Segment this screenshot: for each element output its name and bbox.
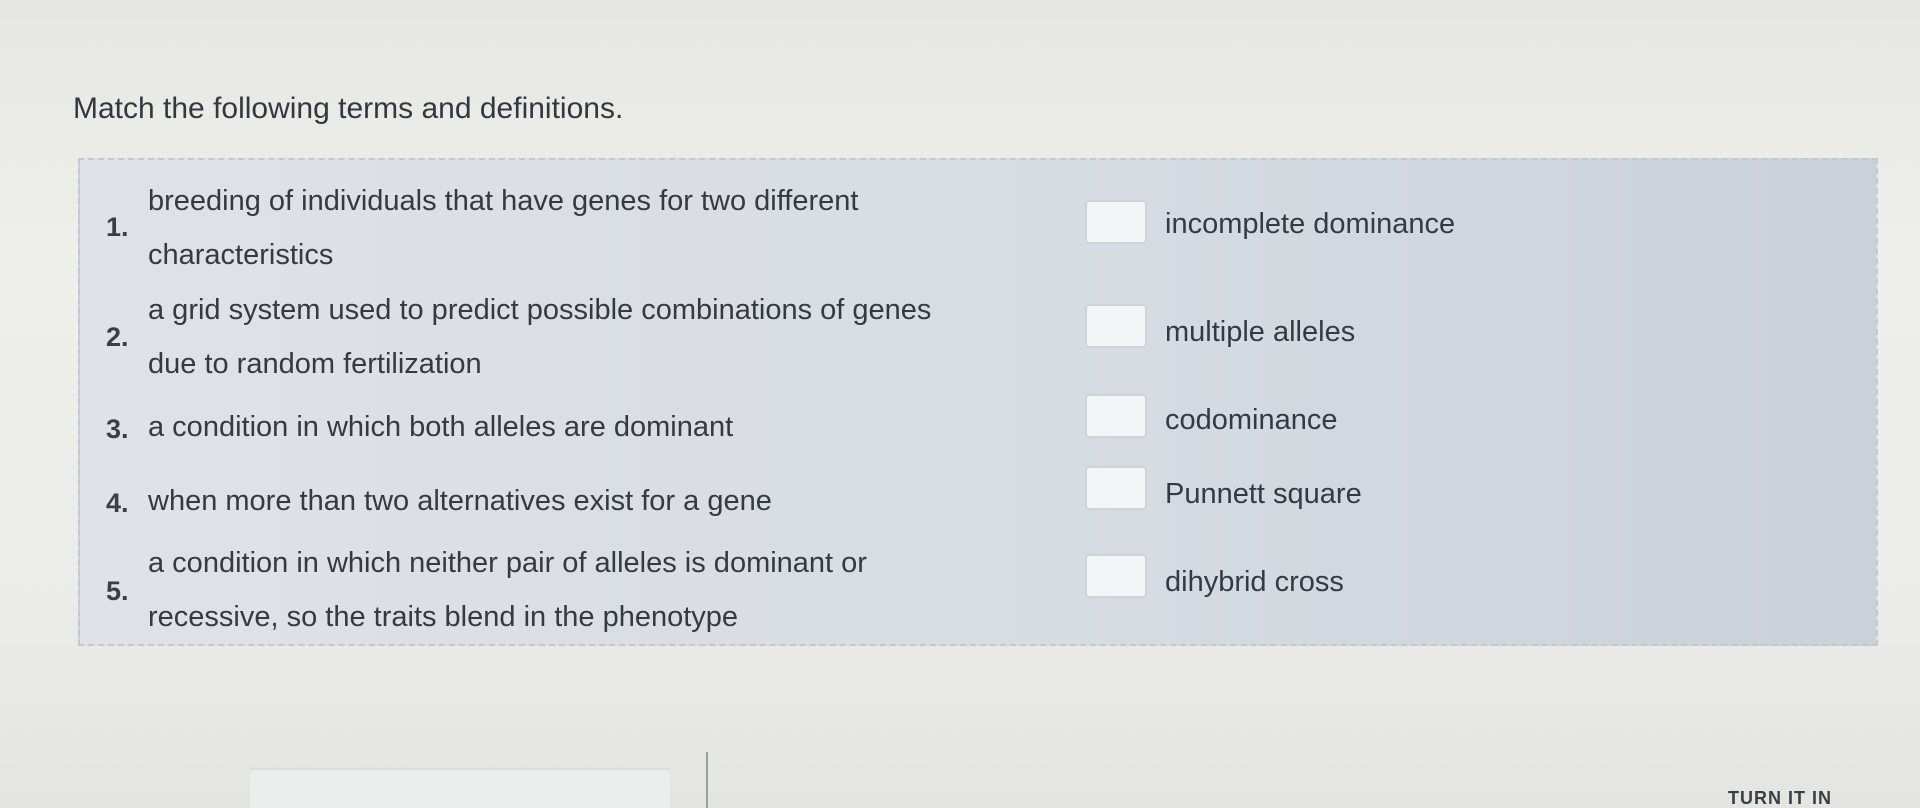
definition-line: when more than two alternatives exist fo… <box>148 485 772 517</box>
term-label[interactable]: codominance <box>1165 404 1338 437</box>
definition-text: when more than two alternatives exist fo… <box>148 474 1088 528</box>
definition-text: breeding of individuals that have genes … <box>148 174 1088 282</box>
definition-number: 5. <box>106 576 129 606</box>
definition-text: a condition in which both alleles are do… <box>148 400 1088 454</box>
term-label[interactable]: incomplete dominance <box>1165 208 1455 241</box>
definition-line: breeding of individuals that have genes … <box>148 185 859 217</box>
definition-line: characteristics <box>148 239 334 271</box>
footer-nav-area <box>250 768 670 808</box>
definition-text: a condition in which neither pair of all… <box>148 536 1088 644</box>
definition-number: 1. <box>106 212 129 242</box>
definition-line: a grid system used to predict possible c… <box>148 294 932 326</box>
definition-line: a condition in which both alleles are do… <box>148 411 734 443</box>
matching-panel: 1. breeding of individuals that have gen… <box>78 158 1878 646</box>
answer-box-3[interactable] <box>1085 394 1147 438</box>
answer-box-5[interactable] <box>1085 554 1147 598</box>
definition-number: 4. <box>106 488 129 518</box>
definition-number: 3. <box>106 414 129 444</box>
definition-line: a condition in which neither pair of all… <box>148 547 867 579</box>
footer-divider <box>706 752 708 808</box>
page-prompt: Match the following terms and definition… <box>73 92 624 125</box>
definition-number: 2. <box>106 322 129 352</box>
term-label[interactable]: multiple alleles <box>1165 316 1355 349</box>
term-label[interactable]: dihybrid cross <box>1165 566 1344 599</box>
definition-line: recessive, so the traits blend in the ph… <box>148 601 739 633</box>
turn-in-button[interactable]: TURN IT IN <box>1728 788 1832 808</box>
answer-box-1[interactable] <box>1085 200 1147 244</box>
term-label[interactable]: Punnett square <box>1165 478 1362 511</box>
answer-box-4[interactable] <box>1085 466 1147 510</box>
definition-line: due to random fertilization <box>148 348 482 380</box>
answer-box-2[interactable] <box>1085 304 1147 348</box>
definition-text: a grid system used to predict possible c… <box>148 283 1088 391</box>
